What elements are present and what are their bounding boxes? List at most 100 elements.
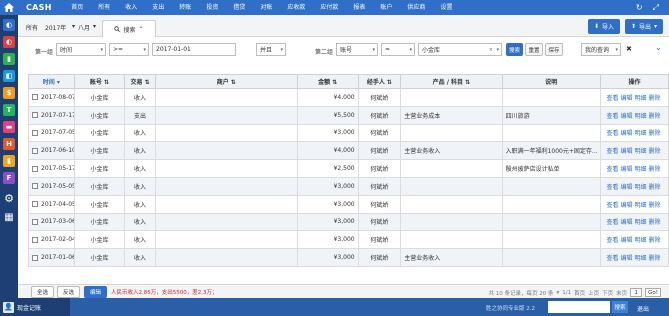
view-link[interactable]: 查看 bbox=[606, 166, 618, 173]
detail-link[interactable]: 明细 bbox=[634, 166, 646, 173]
detail-link[interactable]: 明细 bbox=[634, 113, 646, 120]
clear-icon[interactable]: × bbox=[489, 47, 493, 53]
sidebar-icon-transfer[interactable]: ◧ bbox=[3, 70, 15, 82]
view-link[interactable]: 查看 bbox=[606, 255, 618, 262]
delete-link[interactable]: 删除 bbox=[649, 202, 661, 209]
view-link[interactable]: 查看 bbox=[606, 219, 618, 226]
nav-item-accounts[interactable]: 账户 bbox=[373, 0, 400, 15]
view-link[interactable]: 查看 bbox=[606, 237, 618, 244]
column-header-merchant[interactable]: 商户 ⇅ bbox=[154, 74, 298, 89]
row-checkbox[interactable] bbox=[32, 94, 38, 101]
group2-value-input[interactable]: 小金库 × ▾ bbox=[418, 43, 502, 56]
nav-item-expense[interactable]: 支出 bbox=[145, 0, 172, 15]
delete-link[interactable]: 删除 bbox=[649, 166, 661, 173]
search-button[interactable]: 搜索 bbox=[506, 43, 523, 56]
gear-icon[interactable]: ⚙ bbox=[3, 192, 15, 205]
detail-link[interactable]: 明细 bbox=[634, 130, 646, 137]
first-page-link[interactable]: 首页 bbox=[574, 289, 585, 297]
filter-all[interactable]: 所有 bbox=[26, 23, 38, 32]
column-header-type[interactable]: 交易 ⇅ bbox=[124, 74, 156, 89]
edit-link[interactable]: 编辑 bbox=[620, 219, 632, 226]
edit-link[interactable]: 编辑 bbox=[620, 148, 632, 155]
tab-search[interactable]: 搜索 ⌃ bbox=[102, 20, 156, 37]
table-row[interactable]: 2017-05-17 小金库 收入 ¥2,500 何斌娇 殷州披萨店设计私单 查看 编辑 明细删… bbox=[28, 159, 669, 178]
table-row[interactable]: 2017-03-06 小金库 收入 ¥3,000 何斌娇 查看 编辑 明细 删除 bbox=[28, 212, 669, 232]
view-link[interactable]: 查看 bbox=[606, 148, 618, 155]
column-header-category[interactable]: 产品 / 科目 ⇅ bbox=[400, 74, 503, 89]
row-checkbox[interactable] bbox=[32, 112, 38, 119]
save-button[interactable]: 保存 bbox=[545, 43, 563, 56]
delete-link[interactable]: 删除 bbox=[649, 95, 661, 102]
group1-value-input[interactable]: 2017-01-01 bbox=[152, 43, 236, 56]
table-row[interactable]: 2017-02-04 小金库 收入 ¥3,000 何斌娇 查看 编辑 明细 删除 bbox=[28, 230, 669, 250]
import-button[interactable]: ⬇ 导入 bbox=[588, 19, 620, 34]
exit-button[interactable]: 退出 bbox=[637, 304, 649, 313]
nav-item-loan[interactable]: 借贷 bbox=[226, 0, 253, 15]
delete-link[interactable]: 删除 bbox=[649, 184, 661, 191]
edit-link[interactable]: 编辑 bbox=[620, 130, 632, 137]
home-icon[interactable] bbox=[0, 0, 18, 15]
table-row[interactable]: 2017-07-05 小金库 收入 ¥3,000 何斌娇 查看 编辑 明细 删除 bbox=[28, 123, 669, 143]
nav-item-income[interactable]: 收入 bbox=[118, 0, 145, 15]
chevron-down-icon[interactable]: ▾ bbox=[93, 23, 96, 30]
my-query-select[interactable]: 我的查询 ▾ bbox=[581, 43, 621, 56]
table-row[interactable]: 2017-08-07 小金库 收入 ¥4,000 何斌娇 查看 编辑 明细 删除 bbox=[28, 88, 669, 107]
sidebar-icon-accounts[interactable]: ◐ bbox=[3, 19, 15, 31]
sidebar-icon-reconcile[interactable]: ▬ bbox=[3, 121, 15, 133]
delete-link[interactable]: 删除 bbox=[649, 130, 661, 137]
sidebar-icon-expense[interactable]: ▮ bbox=[3, 53, 15, 65]
nav-item-home[interactable]: 首页 bbox=[64, 0, 91, 15]
nav-item-all[interactable]: 所有 bbox=[91, 0, 118, 15]
edit-link[interactable]: 编辑 bbox=[620, 202, 632, 209]
collapse-icon[interactable]: ⌄ bbox=[655, 43, 662, 52]
nav-item-settings[interactable]: 设置 bbox=[433, 0, 460, 15]
grid-icon[interactable]: ▦ bbox=[3, 211, 15, 223]
nav-item-reports[interactable]: 报表 bbox=[346, 0, 373, 15]
sidebar-icon-income[interactable]: ◐ bbox=[3, 36, 15, 48]
nav-item-invest[interactable]: 投资 bbox=[199, 0, 226, 15]
column-header-amount[interactable]: 金额 ⇅ bbox=[296, 74, 359, 89]
detail-link[interactable]: 明细 bbox=[634, 148, 646, 155]
nav-item-suppliers[interactable]: 供应商 bbox=[400, 0, 433, 15]
row-checkbox[interactable] bbox=[32, 183, 38, 190]
chevron-down-icon[interactable]: ▾ bbox=[72, 23, 75, 30]
detail-link[interactable]: 明细 bbox=[634, 219, 646, 226]
view-link[interactable]: 查看 bbox=[606, 130, 618, 137]
delete-link[interactable]: 删除 bbox=[649, 255, 661, 262]
group1-field-select[interactable]: 时间 ▾ bbox=[56, 43, 106, 56]
row-checkbox[interactable] bbox=[32, 165, 38, 172]
row-checkbox[interactable] bbox=[32, 147, 38, 154]
select-all-button[interactable]: 全选 bbox=[31, 286, 54, 298]
sidebar-icon-loan[interactable]: T bbox=[3, 104, 15, 116]
edit-button[interactable]: 编辑 bbox=[84, 286, 107, 298]
nav-item-transfer[interactable]: 转账 bbox=[172, 0, 199, 15]
go-button[interactable]: Go! bbox=[645, 288, 661, 297]
invert-selection-button[interactable]: 反选 bbox=[57, 286, 80, 298]
nav-item-receivable[interactable]: 应收款 bbox=[280, 0, 313, 15]
edit-link[interactable]: 编辑 bbox=[620, 113, 632, 120]
chevron-down-icon[interactable]: ▾ bbox=[556, 290, 559, 296]
month-select[interactable]: 八月 bbox=[78, 23, 90, 32]
nav-item-payable[interactable]: 应付款 bbox=[313, 0, 346, 15]
column-header-account[interactable]: 账号 ⇅ bbox=[73, 74, 126, 89]
nav-item-reconcile[interactable]: 对账 bbox=[253, 0, 280, 15]
refresh-icon[interactable]: ↻ bbox=[636, 3, 643, 12]
prev-page-link[interactable]: 上页 bbox=[588, 289, 599, 297]
view-link[interactable]: 查看 bbox=[606, 95, 618, 102]
table-row[interactable]: 2017-04-05 小金库 收入 ¥3,000 何斌娇 查看 编辑 明细 删除 bbox=[28, 194, 669, 214]
row-checkbox[interactable] bbox=[32, 201, 38, 208]
detail-link[interactable]: 明细 bbox=[634, 255, 646, 262]
view-link[interactable]: 查看 bbox=[606, 113, 618, 120]
delete-link[interactable]: 删除 bbox=[649, 148, 661, 155]
detail-link[interactable]: 明细 bbox=[634, 202, 646, 209]
table-row[interactable]: 2017-05-05 小金库 收入 ¥3,000 何斌娇 查看 编辑 明细 删除 bbox=[28, 176, 669, 196]
edit-link[interactable]: 编辑 bbox=[620, 255, 632, 262]
year-select[interactable]: 2017年 bbox=[45, 23, 66, 32]
edit-link[interactable]: 编辑 bbox=[620, 184, 632, 191]
table-row[interactable]: 2017-07-17 小金库 支出 ¥5,500 何斌娇 主营业务成本 四川旅游 查看 编辑 明细… bbox=[28, 105, 669, 125]
reset-button[interactable]: 重置 bbox=[525, 43, 543, 56]
column-header-date[interactable]: 时间 ▾ bbox=[28, 74, 75, 89]
global-search-input[interactable] bbox=[548, 301, 610, 313]
delete-link[interactable]: 删除 bbox=[649, 219, 661, 226]
table-row[interactable]: 2017-06-10 小金库 收入 ¥4,000 何斌娇 主营业务收入 入职满一年福利100… bbox=[28, 141, 669, 161]
